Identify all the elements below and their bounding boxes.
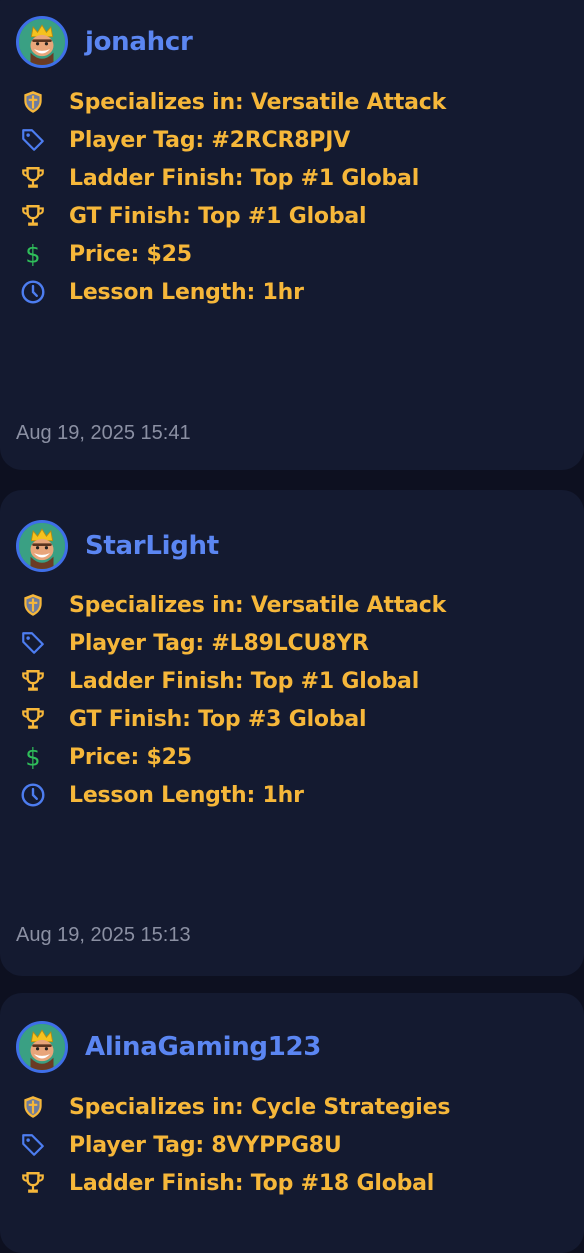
lesson-length-row: Lesson Length: 1hr (18, 776, 446, 814)
post-card[interactable]: jonahcr Specializes in: Versatile Attack… (0, 0, 584, 470)
timestamp: Aug 19, 2025 15:13 (16, 924, 191, 946)
trophy-icon (18, 704, 48, 734)
gt-finish-text: GT Finish: Top #1 Global (69, 203, 367, 229)
player-tag-text: Player Tag: #2RCR8PJV (69, 127, 351, 153)
trophy-icon (18, 201, 48, 231)
specializes-text: Specializes in: Versatile Attack (69, 89, 447, 115)
shield-icon (18, 1092, 48, 1122)
trophy-icon (18, 163, 48, 193)
lesson-length-text: Lesson Length: 1hr (69, 279, 304, 305)
specializes-text: Specializes in: Cycle Strategies (69, 1094, 451, 1120)
price-text: Price: $25 (69, 241, 192, 267)
gt-finish-text: GT Finish: Top #3 Global (69, 706, 367, 732)
player-tag-row: Player Tag: #2RCR8PJV (18, 121, 446, 159)
ladder-finish-text: Ladder Finish: Top #18 Global (69, 1170, 435, 1196)
shield-icon (18, 87, 48, 117)
price-row: Price: $25 (18, 738, 446, 776)
specializes-text: Specializes in: Versatile Attack (69, 592, 447, 618)
timestamp: Aug 19, 2025 15:41 (16, 422, 191, 444)
player-tag-row: Player Tag: 8VYPPG8U (18, 1126, 450, 1164)
player-tag-text: Player Tag: #L89LCU8YR (69, 630, 369, 656)
avatar[interactable] (16, 16, 68, 68)
dollar-icon (18, 742, 48, 772)
price-row: Price: $25 (18, 235, 446, 273)
ladder-finish-text: Ladder Finish: Top #1 Global (69, 668, 420, 694)
post-card[interactable]: StarLight Specializes in: Versatile Atta… (0, 490, 584, 976)
tag-icon (18, 125, 48, 155)
username[interactable]: jonahcr (85, 27, 193, 57)
ladder-finish-row: Ladder Finish: Top #1 Global (18, 159, 446, 197)
clock-icon (18, 277, 48, 307)
lesson-length-row: Lesson Length: 1hr (18, 273, 446, 311)
lesson-length-text: Lesson Length: 1hr (69, 782, 304, 808)
tag-icon (18, 1130, 48, 1160)
ladder-finish-row: Ladder Finish: Top #1 Global (18, 662, 446, 700)
specializes-row: Specializes in: Versatile Attack (18, 83, 446, 121)
gt-finish-row: GT Finish: Top #3 Global (18, 700, 446, 738)
post-card[interactable]: AlinaGaming123 Specializes in: Cycle Str… (0, 993, 584, 1253)
ladder-finish-row: Ladder Finish: Top #18 Global (18, 1164, 450, 1202)
specializes-row: Specializes in: Cycle Strategies (18, 1088, 450, 1126)
player-tag-text: Player Tag: 8VYPPG8U (69, 1132, 342, 1158)
avatar[interactable] (16, 520, 68, 572)
dollar-icon (18, 239, 48, 269)
shield-icon (18, 590, 48, 620)
specializes-row: Specializes in: Versatile Attack (18, 586, 446, 624)
avatar[interactable] (16, 1021, 68, 1073)
price-text: Price: $25 (69, 744, 192, 770)
username[interactable]: AlinaGaming123 (85, 1032, 321, 1062)
player-tag-row: Player Tag: #L89LCU8YR (18, 624, 446, 662)
username[interactable]: StarLight (85, 531, 219, 561)
clock-icon (18, 780, 48, 810)
trophy-icon (18, 666, 48, 696)
tag-icon (18, 628, 48, 658)
ladder-finish-text: Ladder Finish: Top #1 Global (69, 165, 420, 191)
trophy-icon (18, 1168, 48, 1198)
gt-finish-row: GT Finish: Top #1 Global (18, 197, 446, 235)
